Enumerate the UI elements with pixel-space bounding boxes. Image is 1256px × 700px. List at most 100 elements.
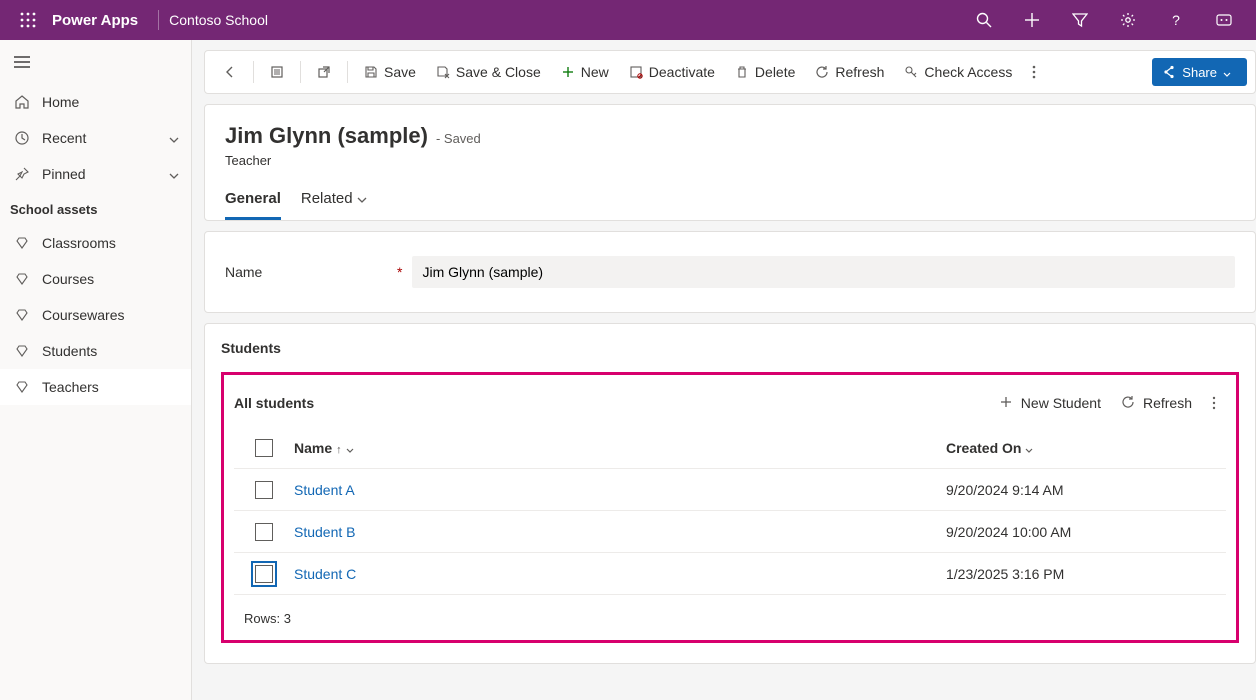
- grid-row[interactable]: Student C 1/23/2025 3:16 PM: [234, 553, 1226, 595]
- grid-row[interactable]: Student B 9/20/2024 10:00 AM: [234, 511, 1226, 553]
- header-divider: [158, 10, 159, 30]
- subgrid-refresh-button[interactable]: Refresh: [1111, 388, 1202, 418]
- delete-label: Delete: [755, 64, 795, 80]
- filter-icon[interactable]: [1056, 0, 1104, 40]
- record-save-status: - Saved: [436, 131, 481, 146]
- form-tabs: General Related: [225, 190, 1235, 220]
- student-link[interactable]: Student C: [294, 566, 356, 582]
- nav-collapse-icon[interactable]: [0, 40, 191, 84]
- save-close-icon: [436, 65, 450, 79]
- nav-label: Courses: [42, 271, 179, 287]
- tab-label: General: [225, 190, 281, 207]
- nav-label: Teachers: [42, 379, 179, 395]
- back-button[interactable]: [213, 56, 247, 88]
- refresh-icon: [1121, 395, 1135, 412]
- settings-gear-icon[interactable]: [1104, 0, 1152, 40]
- nav-teachers[interactable]: Teachers: [0, 369, 191, 405]
- name-input[interactable]: [412, 256, 1235, 288]
- tab-general[interactable]: General: [225, 190, 281, 220]
- student-link[interactable]: Student A: [294, 482, 355, 498]
- nav-label: Classrooms: [42, 235, 179, 251]
- row-checkbox[interactable]: [255, 523, 273, 541]
- name-field-label: Name: [225, 264, 397, 280]
- pin-icon: [12, 167, 32, 181]
- record-set-button[interactable]: [260, 56, 294, 88]
- entity-icon: [12, 344, 32, 358]
- nav-home-label: Home: [42, 94, 179, 110]
- chevron-down-icon: [169, 166, 179, 182]
- plus-icon: [561, 65, 575, 79]
- svg-text:?: ?: [1172, 12, 1180, 28]
- main-content: Save Save & Close New Deactivate Delete …: [192, 40, 1256, 700]
- name-field-section: Name *: [204, 231, 1256, 313]
- refresh-icon: [815, 65, 829, 79]
- check-access-label: Check Access: [924, 64, 1012, 80]
- cell-created: 9/20/2024 10:00 AM: [946, 524, 1226, 540]
- app-name: Contoso School: [169, 12, 268, 28]
- refresh-button[interactable]: Refresh: [805, 56, 894, 88]
- students-subgrid-section: Students All students New Student Refres…: [204, 323, 1256, 664]
- save-close-button[interactable]: Save & Close: [426, 56, 551, 88]
- trash-icon: [735, 65, 749, 79]
- product-name: Power Apps: [48, 12, 148, 29]
- deactivate-label: Deactivate: [649, 64, 715, 80]
- subgrid-toolbar: All students New Student Refresh: [234, 385, 1226, 421]
- add-icon[interactable]: [1008, 0, 1056, 40]
- open-new-window-button[interactable]: [307, 56, 341, 88]
- new-student-button[interactable]: New Student: [989, 388, 1111, 418]
- deactivate-icon: [629, 65, 643, 79]
- app-launcher-icon[interactable]: [8, 0, 48, 40]
- nav-label: Coursewares: [42, 307, 179, 323]
- row-checkbox[interactable]: [255, 565, 273, 583]
- nav-pinned[interactable]: Pinned: [0, 156, 191, 192]
- save-label: Save: [384, 64, 416, 80]
- chevron-down-icon: [1223, 65, 1237, 80]
- entity-icon: [12, 380, 32, 394]
- new-button[interactable]: New: [551, 56, 619, 88]
- nav-students[interactable]: Students: [0, 333, 191, 369]
- more-commands-button[interactable]: [1022, 56, 1046, 88]
- student-link[interactable]: Student B: [294, 524, 356, 540]
- sort-asc-icon: ↑: [336, 444, 342, 456]
- required-indicator: *: [397, 264, 402, 280]
- subgrid-view-name[interactable]: All students: [234, 395, 314, 411]
- left-nav: Home Recent Pinned School assets Classro…: [0, 40, 192, 700]
- share-icon: [1162, 65, 1176, 79]
- deactivate-button[interactable]: Deactivate: [619, 56, 725, 88]
- nav-classrooms[interactable]: Classrooms: [0, 225, 191, 261]
- nav-recent[interactable]: Recent: [0, 120, 191, 156]
- column-header-created[interactable]: Created On: [946, 440, 1226, 456]
- global-header: Power Apps Contoso School ?: [0, 0, 1256, 40]
- list-icon: [270, 65, 284, 79]
- chevron-down-icon: [169, 130, 179, 146]
- help-icon[interactable]: ?: [1152, 0, 1200, 40]
- chevron-down-icon: [357, 190, 367, 207]
- tab-related[interactable]: Related: [301, 190, 367, 220]
- nav-coursewares[interactable]: Coursewares: [0, 297, 191, 333]
- share-button[interactable]: Share: [1152, 58, 1247, 86]
- plus-icon: [999, 395, 1013, 412]
- nav-courses[interactable]: Courses: [0, 261, 191, 297]
- column-label: Created On: [946, 440, 1021, 456]
- check-access-button[interactable]: Check Access: [894, 56, 1022, 88]
- nav-home[interactable]: Home: [0, 84, 191, 120]
- save-button[interactable]: Save: [354, 56, 426, 88]
- record-entity-type: Teacher: [225, 153, 1235, 168]
- search-icon[interactable]: [960, 0, 1008, 40]
- more-vertical-icon: [1032, 65, 1036, 79]
- entity-icon: [12, 308, 32, 322]
- clock-icon: [12, 131, 32, 145]
- back-arrow-icon: [223, 65, 237, 79]
- delete-button[interactable]: Delete: [725, 56, 805, 88]
- grid-row[interactable]: Student A 9/20/2024 9:14 AM: [234, 469, 1226, 511]
- select-all-checkbox[interactable]: [255, 439, 273, 457]
- assistant-icon[interactable]: [1200, 0, 1248, 40]
- cell-created: 9/20/2024 9:14 AM: [946, 482, 1226, 498]
- tab-label: Related: [301, 190, 353, 207]
- row-checkbox[interactable]: [255, 481, 273, 499]
- column-label: Name: [294, 440, 332, 456]
- nav-group-header: School assets: [0, 192, 191, 225]
- column-header-name[interactable]: Name ↑: [294, 440, 946, 456]
- subgrid-more-button[interactable]: [1202, 396, 1226, 410]
- record-title: Jim Glynn (sample): [225, 123, 428, 149]
